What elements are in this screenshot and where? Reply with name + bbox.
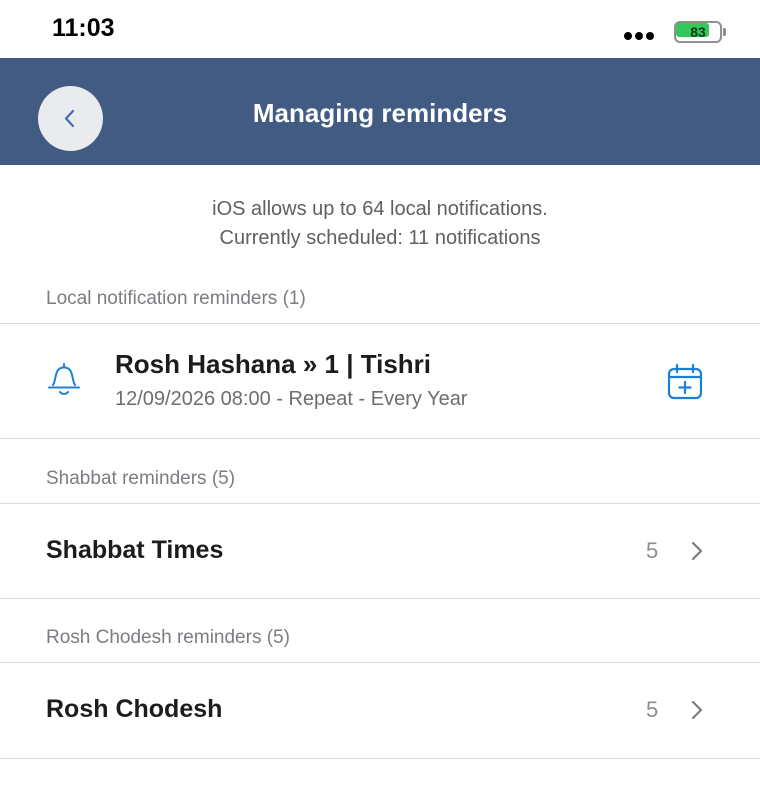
reminder-schedule: 12/09/2026 08:00 - Repeat - Every Year bbox=[115, 388, 468, 410]
section-header-rosh-chodesh: Rosh Chodesh reminders (5) bbox=[46, 627, 290, 648]
reminder-group-shabbat-times[interactable]: Shabbat Times 5 bbox=[0, 504, 760, 599]
reminder-group-rosh-chodesh[interactable]: Rosh Chodesh 5 bbox=[0, 663, 760, 758]
signal-dots-icon bbox=[624, 27, 657, 45]
notification-info: iOS allows up to 64 local notifications.… bbox=[0, 195, 760, 253]
bell-icon bbox=[48, 363, 80, 395]
divider bbox=[0, 598, 760, 599]
page-title: Managing reminders bbox=[252, 98, 508, 128]
group-title: Rosh Chodesh bbox=[46, 695, 223, 723]
group-count: 5 bbox=[646, 697, 659, 722]
reminder-item-rosh-hashana[interactable]: Rosh Hashana » 1 | Tishri 12/09/2026 08:… bbox=[0, 325, 760, 438]
navigation-bar: Managing reminders bbox=[0, 58, 760, 165]
divider bbox=[0, 438, 760, 439]
calendar-plus-icon[interactable] bbox=[666, 363, 704, 401]
section-header-local: Local notification reminders (1) bbox=[46, 288, 306, 309]
battery-level: 83 bbox=[690, 24, 706, 40]
divider bbox=[0, 758, 760, 759]
status-time: 11:03 bbox=[52, 14, 115, 42]
chevron-right-icon bbox=[691, 700, 703, 720]
group-title: Shabbat Times bbox=[46, 536, 224, 564]
section-header-shabbat: Shabbat reminders (5) bbox=[46, 468, 236, 489]
battery-icon: 83 bbox=[674, 21, 726, 43]
status-bar: 11:03 83 bbox=[0, 0, 760, 58]
chevron-right-icon bbox=[691, 541, 703, 561]
divider bbox=[0, 323, 760, 324]
group-count: 5 bbox=[646, 538, 659, 563]
reminder-title: Rosh Hashana » 1 | Tishri bbox=[115, 349, 432, 379]
scheduled-count-text: Currently scheduled: 11 notifications bbox=[219, 227, 541, 249]
notification-limit-text: iOS allows up to 64 local notifications. bbox=[212, 198, 548, 220]
